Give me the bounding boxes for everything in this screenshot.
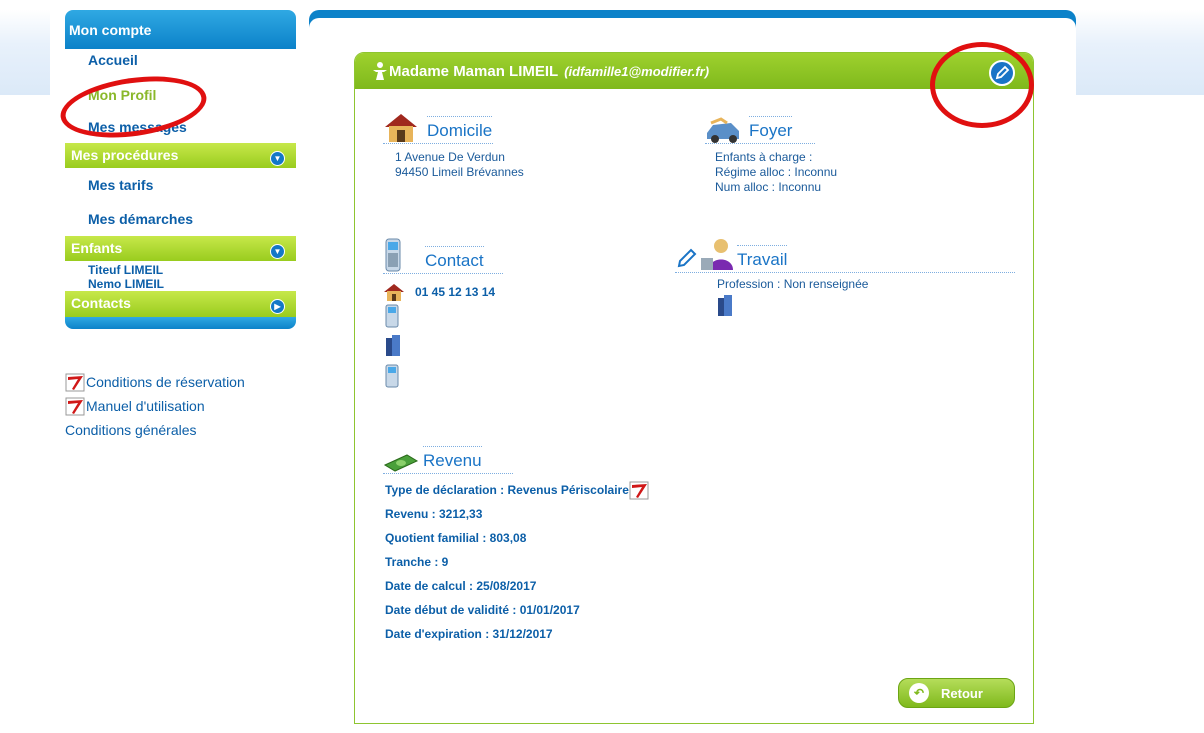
sidebar-section-label: Mes procédures — [71, 147, 179, 163]
header-band-right — [1076, 10, 1204, 95]
sidebar: Mon compte Accueil Mon Profil Mes messag… — [65, 10, 296, 329]
foyer-title: Foyer — [749, 116, 793, 143]
mobile-phone-icon — [383, 364, 643, 394]
building-icon — [383, 334, 643, 364]
sidebar-child-titeuf[interactable]: Titeuf LIMEIL — [65, 263, 296, 277]
domicile-address-line1: 1 Avenue De Verdun — [395, 150, 505, 164]
domicile-block: Domicile 1 Avenue De Verdun 94450 Limeil… — [383, 103, 643, 180]
sidebar-header: Mon compte — [65, 10, 296, 49]
revenu-montant: Revenu : 3212,33 — [385, 507, 483, 521]
chevron-right-icon[interactable]: ▶ — [270, 299, 285, 314]
revenu-type-row: Type de déclaration : Revenus Périscolai… — [383, 478, 703, 502]
house-icon — [383, 111, 419, 143]
profile-card: Madame Maman LIMEIL (idfamille1@modifier… — [354, 52, 1034, 724]
sidebar-section-contacts[interactable]: Contacts ▶ — [65, 291, 296, 317]
profile-email: (idfamille1@modifier.fr) — [564, 63, 710, 79]
contact-block: Contact 01 45 12 13 14 — [383, 233, 643, 394]
revenu-date-expiration: Date d'expiration : 31/12/2017 — [385, 627, 553, 641]
pencil-icon[interactable] — [675, 246, 699, 270]
doc-link-label: Conditions de réservation — [86, 374, 245, 390]
contact-home-phone-row: 01 45 12 13 14 — [383, 280, 643, 304]
home-phone-icon — [383, 282, 405, 302]
domicile-address-line2: 94450 Limeil Brévannes — [395, 165, 524, 179]
worker-icon — [699, 236, 735, 272]
document-links: Conditions de réservation Manuel d'utili… — [65, 370, 296, 442]
sidebar-item-mes-tarifs[interactable]: Mes tarifs — [65, 168, 296, 202]
back-arrow-icon: ↶ — [909, 683, 929, 703]
foyer-num-alloc: Num alloc : Inconnu — [715, 180, 822, 194]
retour-label: Retour — [941, 685, 983, 701]
revenu-tranche: Tranche : 9 — [385, 555, 449, 569]
sidebar-section-label: Contacts — [71, 295, 131, 311]
pdf-icon — [65, 396, 86, 416]
money-icon — [383, 451, 419, 473]
revenu-date-debut: Date début de validité : 01/01/2017 — [385, 603, 580, 617]
sidebar-section-procedures[interactable]: Mes procédures ▼ — [65, 143, 296, 168]
foyer-enfants: Enfants à charge : — [715, 150, 813, 164]
doc-link-label: Conditions générales — [65, 422, 197, 438]
domicile-title-row: Domicile — [383, 103, 643, 143]
sidebar-section-label: Enfants — [71, 240, 123, 256]
doc-link-manuel[interactable]: Manuel d'utilisation — [65, 394, 296, 418]
doc-link-reservation[interactable]: Conditions de réservation — [65, 370, 296, 394]
sidebar-bottom — [65, 317, 296, 329]
sidebar-item-mes-demarches[interactable]: Mes démarches — [65, 202, 296, 236]
travail-title-row: Travail — [675, 233, 1015, 273]
chevron-down-icon[interactable]: ▼ — [270, 151, 285, 166]
revenu-title-row: Revenu — [383, 433, 703, 473]
sidebar-child-nemo[interactable]: Nemo LIMEIL — [65, 277, 296, 291]
pdf-icon — [65, 372, 86, 392]
revenu-type: Type de déclaration : Revenus Périscolai… — [385, 483, 629, 497]
foyer-regime: Régime alloc : Inconnu — [715, 165, 838, 179]
profile-name: Madame Maman LIMEIL — [389, 62, 559, 80]
highlight-ring-edit — [930, 42, 1034, 128]
domicile-title: Domicile — [427, 116, 493, 143]
travail-title: Travail — [737, 245, 788, 272]
revenu-date-calcul: Date de calcul : 25/08/2017 — [385, 579, 537, 593]
pdf-icon[interactable] — [628, 480, 650, 500]
retour-button[interactable]: ↶ Retour — [898, 678, 1015, 708]
revenu-quotient: Quotient familial : 803,08 — [385, 531, 527, 545]
contact-title-row: Contact — [383, 233, 643, 273]
sidebar-section-enfants[interactable]: Enfants ▼ — [65, 236, 296, 261]
mobile-phone-icon — [383, 304, 643, 334]
revenu-title: Revenu — [423, 446, 482, 473]
contact-title: Contact — [425, 246, 484, 273]
building-icon — [675, 294, 1015, 319]
travail-profession: Profession : Non renseignée — [717, 277, 869, 291]
revenu-block: Revenu Type de déclaration : Revenus Pér… — [383, 433, 703, 646]
phone-icon — [383, 237, 403, 273]
contact-home-phone: 01 45 12 13 14 — [415, 285, 496, 299]
sidebar-item-accueil[interactable]: Accueil — [65, 55, 296, 73]
car-icon — [705, 117, 741, 143]
person-icon — [371, 61, 389, 81]
doc-link-conditions-generales[interactable]: Conditions générales — [65, 418, 296, 442]
chevron-down-icon[interactable]: ▼ — [270, 244, 285, 259]
doc-link-label: Manuel d'utilisation — [86, 398, 205, 414]
travail-block: Travail Profession : Non renseignée — [675, 233, 1015, 319]
